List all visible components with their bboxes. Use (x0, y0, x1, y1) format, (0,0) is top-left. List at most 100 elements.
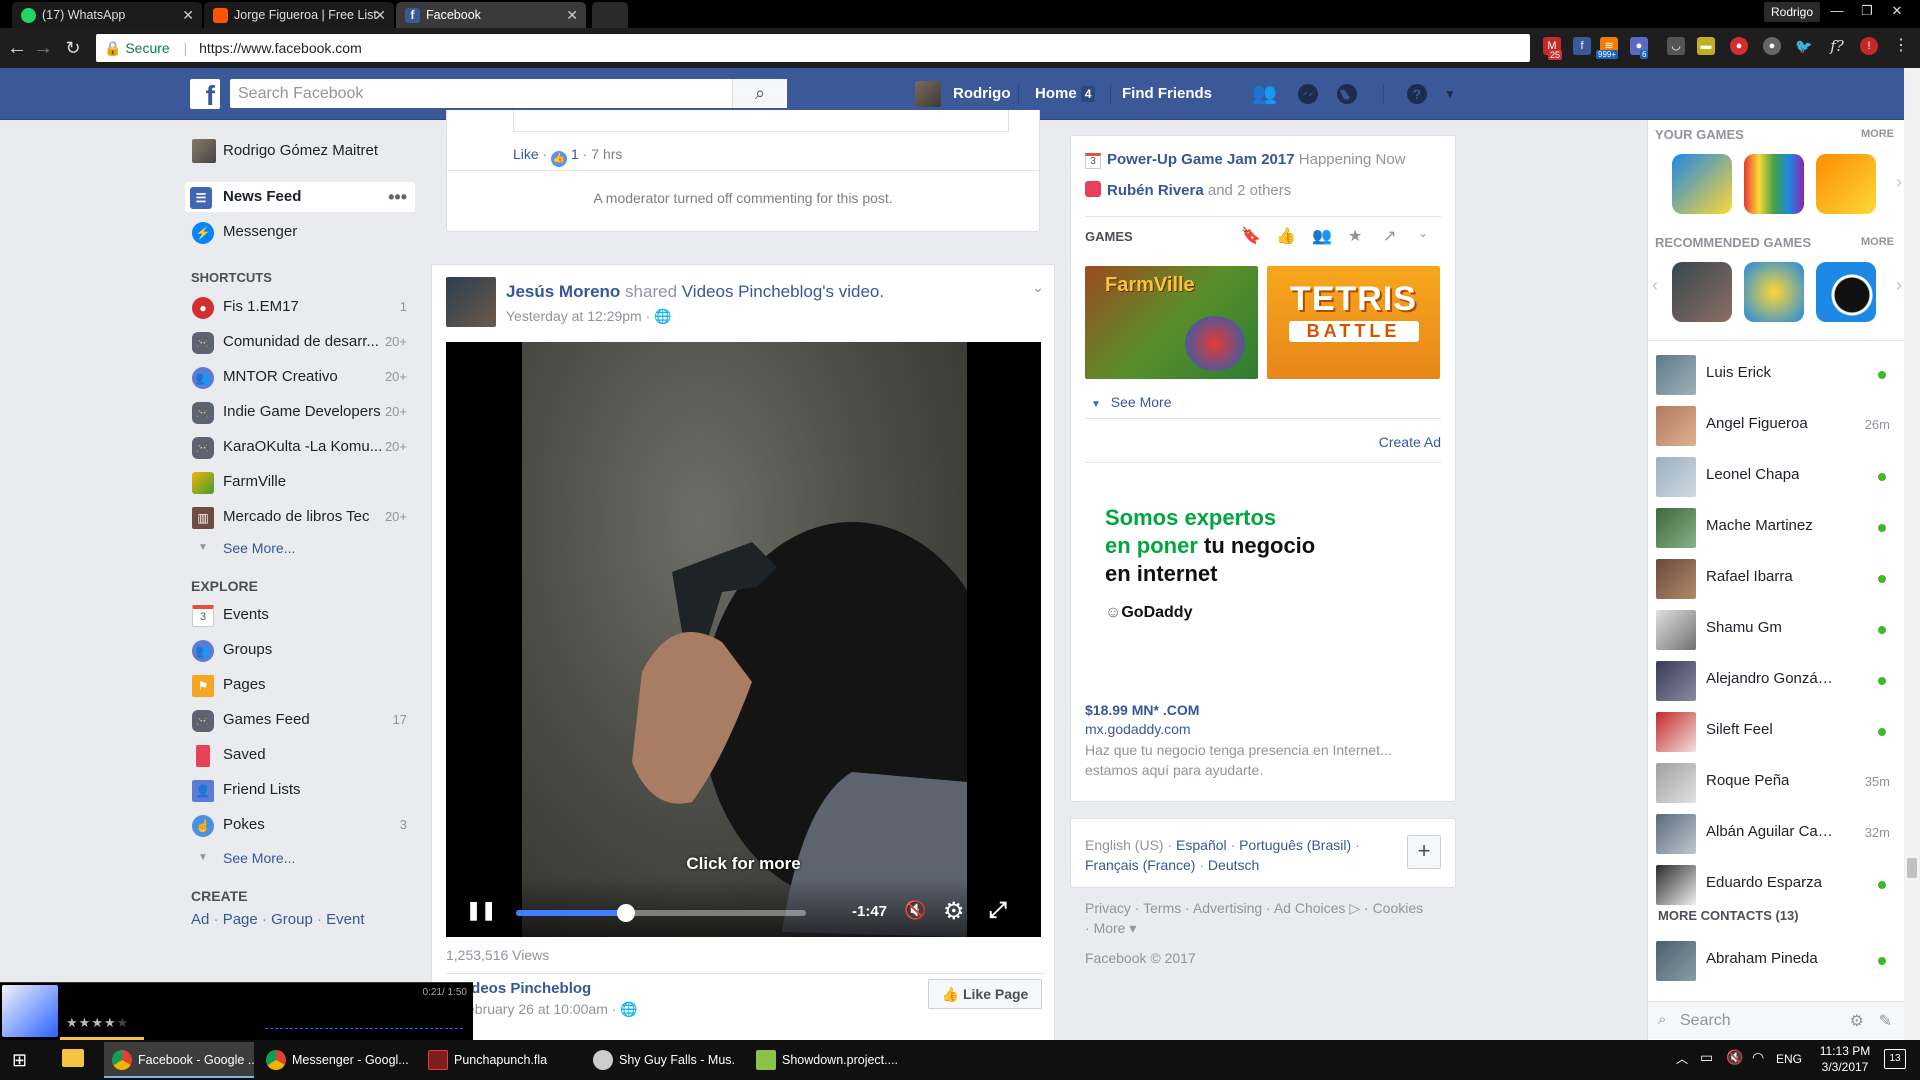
taskbar-item[interactable]: Punchapunch.fla (420, 1042, 570, 1078)
game-tile-farmville[interactable]: FarmVille (1085, 266, 1258, 379)
action-center-icon[interactable]: 13 (1884, 1049, 1906, 1069)
games-see-more[interactable]: ▼ See More (1091, 394, 1172, 410)
shortcut-item[interactable]: 🎮 KaraOKulta -La Komu... 20+ (190, 432, 415, 462)
shared-post-date[interactable]: ebruary 26 at 10:00am · 🌐 (467, 1001, 638, 1018)
bookmark-icon[interactable]: 🔖 (1241, 226, 1261, 246)
advertising-link[interactable]: Advertising (1193, 900, 1262, 916)
star-icon[interactable]: ★ (1348, 226, 1362, 246)
like-count[interactable]: 1 (571, 146, 579, 162)
pocket-ext-icon[interactable]: ◡ (1667, 37, 1685, 55)
contact-item[interactable]: Abraham Pineda (1656, 938, 1892, 982)
shortcut-item[interactable]: ▥ Mercado de libros Tec 20+ (190, 502, 415, 532)
explore-item-friend-lists[interactable]: 👤 Friend Lists (190, 775, 415, 805)
star-icon[interactable]: ★ (79, 1015, 92, 1030)
create-event-link[interactable]: Event (326, 911, 364, 928)
left-nav-messenger[interactable]: ⚡ Messenger (190, 217, 415, 247)
cookies-link[interactable]: Cookies (1373, 900, 1424, 916)
left-nav-profile[interactable]: Rodrigo Gómez Maitret (190, 136, 415, 166)
language-link[interactable]: Deutsch (1208, 857, 1259, 873)
chevron-down-icon[interactable]: ⌄ (1418, 226, 1428, 240)
home-link[interactable]: Home 4 (1035, 68, 1096, 120)
contact-item[interactable]: Alejandro González Va... (1656, 658, 1892, 702)
find-friends-link[interactable]: Find Friends (1122, 68, 1212, 120)
language-indicator[interactable]: ENG (1776, 1052, 1802, 1066)
fullscreen-icon[interactable]: ⤢ (989, 897, 1007, 923)
contact-item[interactable]: Rafael Ibarra (1656, 556, 1892, 600)
wifi-icon[interactable]: ◠ (1752, 1049, 1764, 1066)
star-icon[interactable]: ★ (104, 1015, 117, 1030)
explore-item-pokes[interactable]: ☝ Pokes 3 (190, 810, 415, 840)
shortcut-item[interactable]: 👥 MNTOR Creativo 20+ (190, 362, 415, 392)
thumbs-up-icon[interactable]: 👍 (1276, 226, 1296, 246)
shared-page-link[interactable]: Videos Pincheblog (682, 282, 823, 301)
create-ad-link[interactable]: Ad (191, 911, 209, 928)
recommended-more-link[interactable]: MORE (1861, 236, 1894, 248)
notifications-globe-icon[interactable] (1335, 83, 1359, 105)
more-options-icon[interactable]: ••• (388, 182, 407, 212)
contact-item[interactable]: Mache Martinez (1656, 505, 1892, 549)
scrollbar-thumb[interactable] (1907, 858, 1917, 878)
tab-soundcloud[interactable]: Jorge Figueroa | Free List ✕ (204, 2, 394, 28)
star-icon[interactable]: ★ (66, 1015, 79, 1030)
your-games-more-link[interactable]: MORE (1861, 128, 1894, 140)
facebook-search-input[interactable]: Search Facebook ⌕ (230, 79, 787, 108)
twitter-ext-icon[interactable]: 🐦 (1795, 37, 1813, 55)
like-link[interactable]: Like (513, 146, 539, 162)
game-icon-recommended[interactable] (1744, 262, 1804, 322)
record-ext-icon[interactable]: ● (1730, 37, 1748, 55)
star-icon[interactable]: ★ (91, 1015, 104, 1030)
profile-button[interactable]: Rodrigo (1764, 2, 1820, 22)
explore-see-more[interactable]: ▼ See More... (190, 843, 415, 873)
mute-icon[interactable]: 🔇 (904, 900, 926, 921)
shortcut-item[interactable]: 🎮 Indie Game Developers 20+ (190, 397, 415, 427)
terms-link[interactable]: Terms (1143, 900, 1181, 916)
contact-item[interactable]: Roque Peña 35m (1656, 760, 1892, 804)
taskbar-item[interactable]: Messenger - Googl... (258, 1042, 408, 1078)
settings-gear-icon[interactable]: ⚙ (943, 897, 965, 926)
battery-icon[interactable]: ▭ (1700, 1049, 1713, 1066)
ad-domain[interactable]: mx.godaddy.com (1085, 721, 1191, 737)
contact-item[interactable]: Shamu Gm (1656, 607, 1892, 651)
taskbar-item[interactable]: Shy Guy Falls - Mus... (585, 1042, 735, 1078)
chevron-left-icon[interactable]: ‹ (1652, 275, 1658, 296)
clock[interactable]: 11:13 PM 3/3/2017 (1818, 1043, 1872, 1075)
contact-item[interactable]: Leonel Chapa (1656, 454, 1892, 498)
chevron-right-icon[interactable]: › (1896, 275, 1902, 296)
ad-price-link[interactable]: $18.99 MN* .COM (1085, 702, 1199, 718)
game-icon-tetris-battle[interactable] (1816, 154, 1876, 214)
rating-stars[interactable]: ★★★★★ (66, 1015, 129, 1031)
event-item[interactable]: 3 Power-Up Game Jam 2017 Happening Now (1085, 151, 1406, 169)
post-options-chevron-icon[interactable]: ⌄ (1032, 279, 1044, 296)
game-icon-recommended[interactable] (1672, 262, 1732, 322)
explore-item-groups[interactable]: 👥 Groups (190, 635, 415, 665)
privacy-link[interactable]: Privacy (1085, 900, 1131, 916)
tray-expand-icon[interactable]: ︿ (1676, 1050, 1688, 1067)
ad-choices-link[interactable]: Ad Choices (1274, 900, 1346, 916)
contact-item[interactable]: Sileft Feel (1656, 709, 1892, 753)
explore-item-saved[interactable]: Saved (190, 740, 415, 770)
close-icon[interactable]: ✕ (566, 2, 578, 28)
account-menu-chevron-icon[interactable]: ▼ (1438, 83, 1462, 105)
circle-ext-icon[interactable]: ● (1763, 37, 1781, 55)
star-icon[interactable]: ★ (117, 1015, 130, 1030)
search-icon[interactable]: ⌕ (732, 79, 787, 108)
contact-item[interactable]: Luis Erick (1656, 352, 1892, 396)
facebook-logo-icon[interactable]: f (190, 79, 220, 111)
click-for-more-overlay[interactable]: Click for more (446, 854, 1041, 874)
close-window-icon[interactable]: ✕ (1882, 0, 1912, 22)
game-tile-tetris-battle[interactable]: TETRIS BATTLE (1267, 266, 1440, 379)
address-bar[interactable]: 🔒 Secure | https://www.facebook.com (96, 34, 1530, 62)
post-timestamp[interactable]: Yesterday at 12:29pm · 🌐 (506, 308, 672, 325)
create-ad-link[interactable]: Create Ad (1379, 434, 1441, 450)
minimize-icon[interactable]: — (1822, 0, 1852, 22)
chat-settings-gear-icon[interactable]: ⚙ (1850, 1011, 1864, 1031)
create-page-link[interactable]: Page (223, 911, 258, 928)
shortcut-item[interactable]: 🎮 Comunidad de desarr... 20+ (190, 327, 415, 357)
friend-requests-icon[interactable]: 👥 (1252, 83, 1277, 105)
contact-item[interactable]: Albán Aguilar Campos 32m (1656, 811, 1892, 855)
new-tab-button[interactable] (592, 2, 628, 28)
language-link[interactable]: Português (Brasil) (1239, 837, 1351, 853)
game-icon-8ball[interactable] (1816, 262, 1876, 322)
compose-icon[interactable]: ✎ (1879, 1011, 1892, 1031)
explore-item-pages[interactable]: ⚑ Pages (190, 670, 415, 700)
